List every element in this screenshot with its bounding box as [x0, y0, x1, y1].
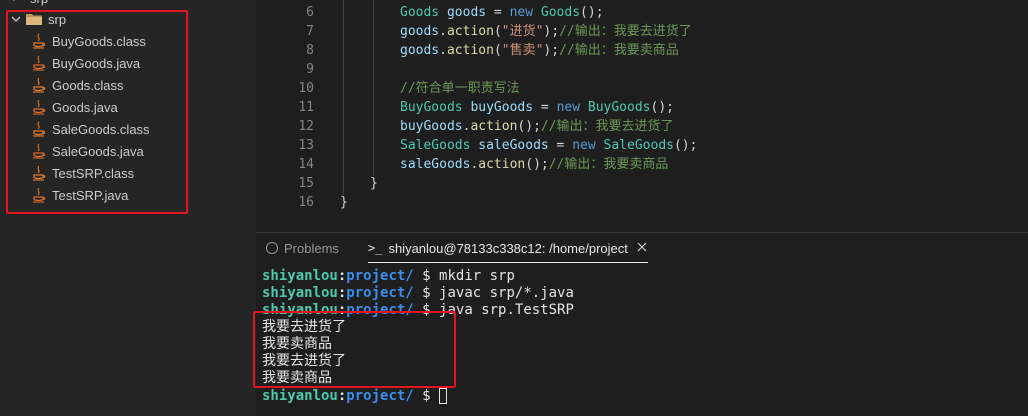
- file-label: TestSRP.class: [52, 165, 135, 181]
- code-line: 14 saleGoods.action();//输出：我要卖商品: [256, 155, 1028, 174]
- code-text: }: [370, 176, 378, 191]
- partial-root-label: srp: [30, 0, 48, 6]
- file-item[interactable]: BuyGoods.java: [32, 52, 140, 74]
- explorer-sidebar: srp srp BuyGoods.class BuyGoods.java Goods…: [0, 0, 256, 416]
- code-text: goods.action("进货");//输出：我要去进货了: [400, 24, 692, 39]
- file-label: Goods.java: [52, 99, 118, 115]
- line-number: 11: [298, 100, 314, 115]
- code-line: 9: [256, 60, 1028, 79]
- line-number: 12: [298, 119, 314, 134]
- code-line: 16}: [256, 193, 1028, 212]
- java-file-icon: [32, 33, 46, 49]
- java-file-icon: [32, 165, 46, 181]
- close-icon[interactable]: [636, 241, 648, 256]
- tab-problems-label: Problems: [284, 240, 339, 256]
- line-number: 7: [306, 24, 314, 39]
- folder-srp[interactable]: srp: [10, 8, 66, 30]
- bottom-panel: Problems >_ shiyanlou@78133c338c12: /hom…: [256, 232, 1028, 416]
- line-number: 8: [306, 43, 314, 58]
- file-item[interactable]: Goods.class: [32, 74, 124, 96]
- line-number: 6: [306, 5, 314, 20]
- code-text: buyGoods.action();//输出：我要去进货了: [400, 119, 674, 134]
- tab-terminal[interactable]: >_ shiyanlou@78133c338c12: /home/project: [368, 233, 648, 263]
- code-text: goods.action("售卖");//输出：我要卖商品: [400, 43, 679, 58]
- problems-icon: [266, 242, 278, 254]
- chevron-down-icon: [8, 0, 20, 4]
- folder-icon: [26, 13, 42, 25]
- code-line: 7 goods.action("进货");//输出：我要去进货了: [256, 22, 1028, 41]
- file-item[interactable]: SaleGoods.java: [32, 140, 144, 162]
- file-item[interactable]: Goods.java: [32, 96, 118, 118]
- java-file-icon: [32, 187, 46, 203]
- line-number: 10: [298, 81, 314, 96]
- code-line: 15}: [256, 174, 1028, 193]
- file-label: SaleGoods.java: [52, 143, 144, 159]
- code-line: 13 SaleGoods saleGoods = new SaleGoods();: [256, 136, 1028, 155]
- active-tab-indicator: [368, 262, 648, 263]
- line-number: 9: [306, 62, 314, 77]
- code-text: //符合单一职责写法: [400, 81, 520, 96]
- file-item[interactable]: TestSRP.class: [32, 162, 134, 184]
- file-label: BuyGoods.class: [52, 33, 146, 49]
- line-number: 15: [298, 176, 314, 191]
- code-editor[interactable]: 6 Goods goods = new Goods(); 7 goods.action…: [256, 0, 1028, 232]
- file-label: Goods.class: [52, 77, 124, 93]
- folder-label: srp: [48, 11, 67, 27]
- line-number: 13: [298, 138, 314, 153]
- code-line: 12 buyGoods.action();//输出：我要去进货了: [256, 117, 1028, 136]
- code-line: 10 //符合单一职责写法: [256, 79, 1028, 98]
- terminal-icon: >_: [368, 241, 383, 255]
- file-item[interactable]: BuyGoods.class: [32, 30, 146, 52]
- code-line: 6 Goods goods = new Goods();: [256, 3, 1028, 22]
- chevron-down-icon: [10, 13, 22, 25]
- partial-root-folder[interactable]: srp: [8, 0, 48, 6]
- code-line: 8 goods.action("售卖");//输出：我要卖商品: [256, 41, 1028, 60]
- code-text: saleGoods.action();//输出：我要卖商品: [400, 157, 669, 172]
- file-item[interactable]: TestSRP.java: [32, 184, 128, 206]
- java-file-icon: [32, 55, 46, 71]
- line-number: 14: [298, 157, 314, 172]
- code-text: SaleGoods saleGoods = new SaleGoods();: [400, 138, 698, 153]
- code-line: 11 BuyGoods buyGoods = new BuyGoods();: [256, 98, 1028, 117]
- file-label: BuyGoods.java: [52, 55, 141, 71]
- code-text: }: [340, 195, 348, 210]
- file-item[interactable]: SaleGoods.class: [32, 118, 150, 140]
- code-text: Goods goods = new Goods();: [400, 5, 604, 20]
- java-file-icon: [32, 143, 46, 159]
- java-file-icon: [32, 99, 46, 115]
- file-label: SaleGoods.class: [52, 121, 150, 137]
- tab-problems[interactable]: Problems: [266, 233, 339, 263]
- line-number: 16: [298, 195, 314, 210]
- tab-terminal-label: shiyanlou@78133c338c12: /home/project: [388, 240, 628, 256]
- file-label: TestSRP.java: [52, 187, 129, 203]
- code-text: BuyGoods buyGoods = new BuyGoods();: [400, 100, 674, 115]
- java-file-icon: [32, 77, 46, 93]
- java-file-icon: [32, 121, 46, 137]
